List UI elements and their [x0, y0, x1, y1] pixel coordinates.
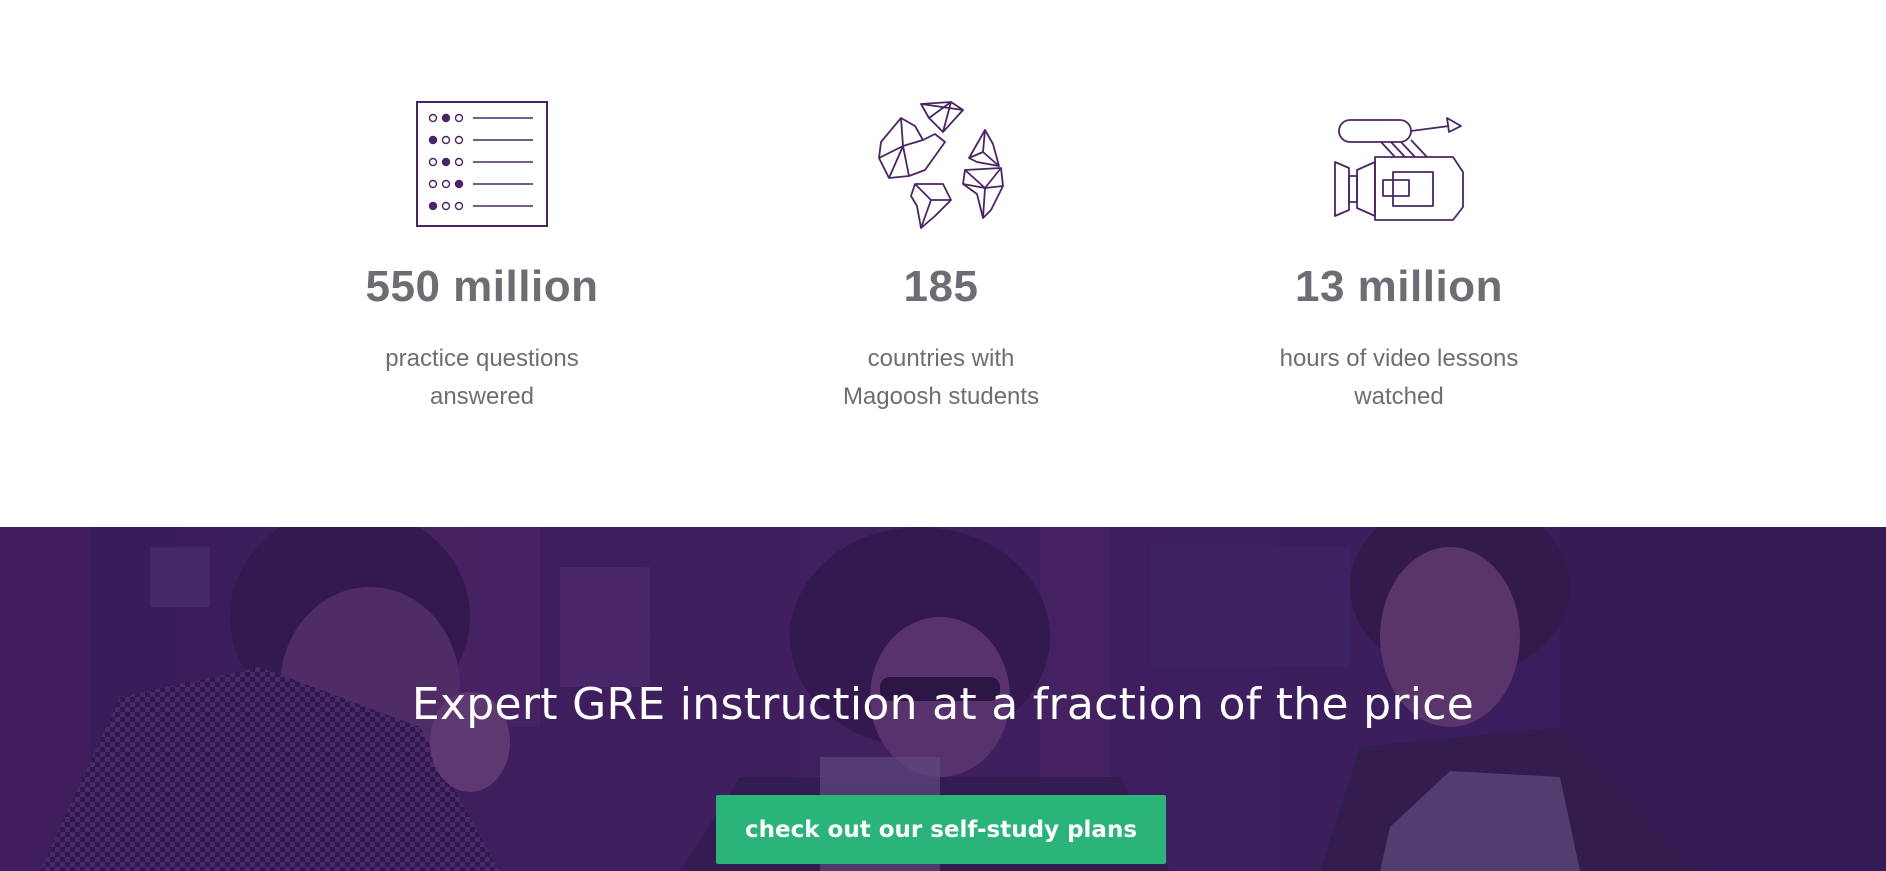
stat-description-line: practice questions — [385, 345, 579, 372]
hero-banner: Expert GRE instruction at a fraction of … — [0, 527, 1886, 871]
stat-description-line: Magoosh students — [842, 383, 1040, 410]
stat-description-line: watched — [1354, 383, 1444, 410]
world-map-icon — [873, 100, 1009, 241]
stats-section: 550 million practice questions answered — [0, 0, 1886, 527]
hero-title: Expert GRE instruction at a fraction of … — [411, 679, 1475, 730]
checklist-icon — [415, 100, 549, 233]
stat-description-line: hours of video lessons — [1279, 345, 1519, 372]
stat-number: 13 million — [1295, 262, 1503, 311]
stat-description: countries with Magoosh students — [761, 340, 1121, 416]
self-study-plans-button[interactable]: check out our self-study plans — [716, 795, 1166, 864]
stat-description: hours of video lessons watched — [1219, 340, 1579, 416]
stat-description: practice questions answered — [302, 340, 662, 416]
stat-number: 550 million — [365, 262, 599, 311]
stat-description-line: answered — [429, 383, 535, 410]
stat-description-line: countries with — [867, 345, 1015, 372]
stat-number: 185 — [903, 262, 979, 311]
video-camera-icon — [1331, 112, 1467, 229]
